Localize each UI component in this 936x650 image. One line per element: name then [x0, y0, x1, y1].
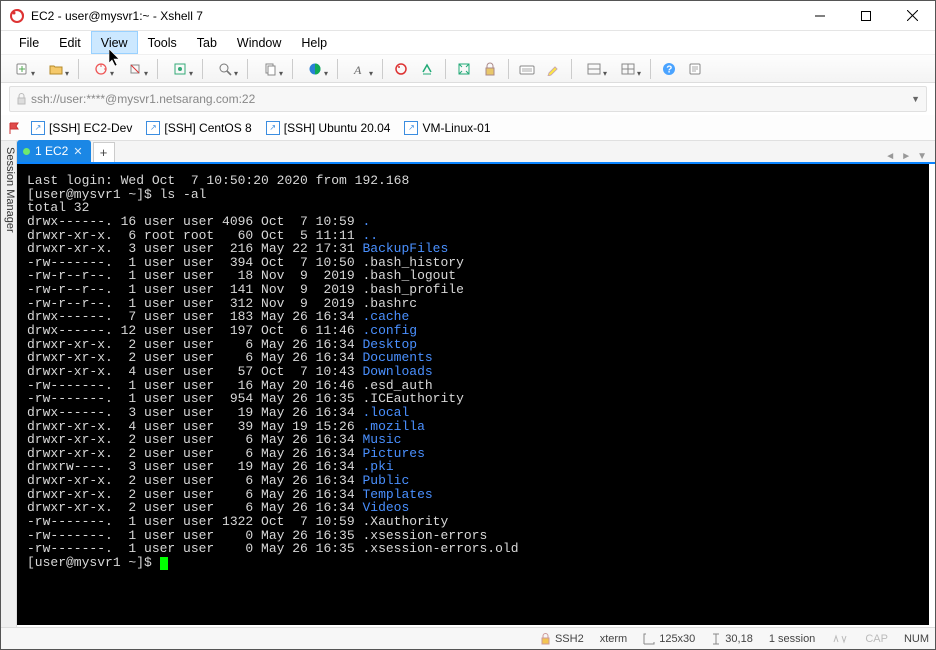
status-num: NUM — [904, 633, 929, 645]
menu-tools[interactable]: Tools — [138, 31, 187, 54]
status-bar: SSH2 xterm 125x30 30,18 1 session CAP NU… — [1, 627, 935, 649]
svg-text:A: A — [353, 63, 362, 76]
menu-view[interactable]: View — [91, 31, 138, 54]
copy-button[interactable] — [255, 58, 285, 80]
menu-file[interactable]: File — [9, 31, 49, 54]
tab-label: 1 EC2 — [35, 144, 68, 158]
address-dropdown-icon[interactable]: ▼ — [911, 94, 920, 104]
window-title: EC2 - user@mysvr1:~ - Xshell 7 — [31, 9, 797, 23]
session-link-label: VM-Linux-01 — [422, 121, 490, 135]
tab-close-icon[interactable]: ✕ — [73, 145, 82, 158]
help-button[interactable]: ? — [658, 58, 680, 80]
session-link-icon: ↗ — [31, 121, 45, 135]
menu-tab[interactable]: Tab — [187, 31, 227, 54]
color-scheme-button[interactable] — [300, 58, 330, 80]
menu-bar: FileEditViewToolsTabWindowHelp — [1, 31, 935, 55]
find-button[interactable] — [210, 58, 240, 80]
title-bar: EC2 - user@mysvr1:~ - Xshell 7 — [1, 1, 935, 31]
svg-text:?: ? — [666, 64, 672, 75]
maximize-button[interactable] — [843, 1, 889, 30]
status-term: xterm — [600, 633, 628, 645]
flag-icon[interactable] — [7, 121, 21, 135]
session-link-label: [SSH] EC2-Dev — [49, 121, 132, 135]
status-pos: 30,18 — [711, 633, 753, 645]
lock-icon — [16, 93, 27, 105]
menu-help[interactable]: Help — [291, 31, 337, 54]
xagent-button[interactable] — [390, 58, 412, 80]
status-sessions: 1 session — [769, 633, 815, 645]
tab-nav-right-icon[interactable]: ► — [901, 151, 911, 162]
highlight-button[interactable] — [542, 58, 564, 80]
session-link-icon: ↗ — [266, 121, 280, 135]
session-link[interactable]: ↗ VM-Linux-01 — [400, 121, 494, 135]
session-manager-panel-handle[interactable]: Session Manager — [1, 141, 17, 627]
session-link-icon: ↗ — [146, 121, 160, 135]
toolbar: A ? — [1, 55, 935, 83]
status-protocol: SSH2 — [540, 633, 584, 645]
reconnect-button[interactable] — [86, 58, 116, 80]
size-icon — [643, 633, 655, 645]
status-updown-icon — [831, 633, 849, 645]
app-icon — [9, 8, 25, 24]
session-link-icon: ↗ — [404, 121, 418, 135]
minimize-button[interactable] — [797, 1, 843, 30]
session-link[interactable]: ↗ [SSH] Ubuntu 20.04 — [262, 121, 395, 135]
new-session-button[interactable] — [7, 58, 37, 80]
address-text: ssh://user:****@mysvr1.netsarang.com:22 — [31, 92, 255, 106]
tab-status-dot-icon — [23, 148, 30, 155]
session-link[interactable]: ↗ [SSH] EC2-Dev — [27, 121, 136, 135]
fullscreen-button[interactable] — [453, 58, 475, 80]
lock-button[interactable] — [479, 58, 501, 80]
properties-button[interactable] — [165, 58, 195, 80]
close-button[interactable] — [889, 1, 935, 30]
tabs-row: 1 EC2 ✕ + ◄ ► ▼ — [17, 141, 935, 164]
xftp-button[interactable] — [416, 58, 438, 80]
menu-window[interactable]: Window — [227, 31, 291, 54]
lock-icon — [540, 633, 551, 645]
keyboard-button[interactable] — [516, 58, 538, 80]
font-button[interactable]: A — [345, 58, 375, 80]
cursor-pos-icon — [711, 633, 721, 645]
tab-ec2[interactable]: 1 EC2 ✕ — [17, 140, 91, 162]
open-button[interactable] — [41, 58, 71, 80]
disconnect-button[interactable] — [120, 58, 150, 80]
session-links-bar: ↗ [SSH] EC2-Dev ↗ [SSH] CentOS 8 ↗ [SSH] Ub… — [1, 115, 935, 141]
tab-add-button[interactable]: + — [93, 142, 115, 162]
address-bar[interactable]: ssh://user:****@mysvr1.netsarang.com:22 … — [9, 86, 927, 112]
terminal[interactable]: Last login: Wed Oct 7 10:50:20 2020 from… — [17, 164, 929, 625]
session-link[interactable]: ↗ [SSH] CentOS 8 — [142, 121, 255, 135]
session-link-label: [SSH] CentOS 8 — [164, 121, 251, 135]
status-caps: CAP — [865, 633, 888, 645]
status-size: 125x30 — [643, 633, 695, 645]
menu-edit[interactable]: Edit — [49, 31, 91, 54]
log-button[interactable] — [684, 58, 706, 80]
tab-nav-menu-icon[interactable]: ▼ — [917, 151, 927, 162]
tab-nav-left-icon[interactable]: ◄ — [885, 151, 895, 162]
session-link-label: [SSH] Ubuntu 20.04 — [284, 121, 391, 135]
layout-horizontal-button[interactable] — [579, 58, 609, 80]
layout-grid-button[interactable] — [613, 58, 643, 80]
